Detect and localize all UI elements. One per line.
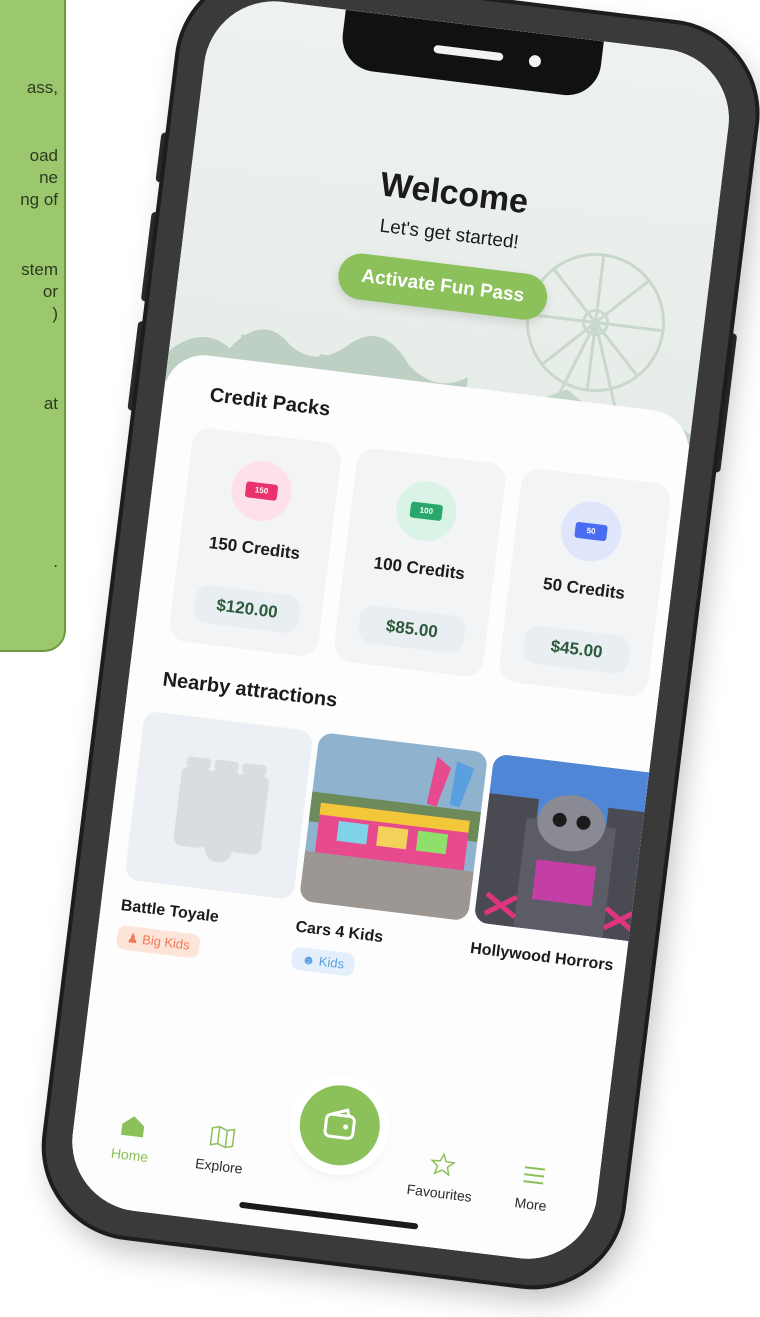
ticket-badge: 50 (557, 498, 625, 565)
tab-favourites[interactable]: Favourites (394, 1147, 489, 1207)
menu-icon (523, 1166, 546, 1185)
haunted-castle-photo (473, 753, 664, 943)
note-text-line: ne (39, 168, 58, 187)
tab-explore[interactable]: Explore (173, 1120, 268, 1180)
attraction-photo (298, 731, 489, 922)
note-text-line: ass, (26, 78, 58, 97)
front-camera (528, 54, 542, 68)
ticket-icon: 150 (244, 481, 279, 501)
home-indicator (239, 1201, 419, 1230)
note-text-line: . (53, 552, 58, 571)
kids-icon: ☻ (300, 951, 317, 969)
credit-pack-price[interactable]: $120.00 (192, 583, 302, 635)
note-text-line: ) (52, 304, 58, 323)
map-icon (209, 1125, 236, 1149)
note-text-line: ng of (20, 190, 58, 209)
tab-more[interactable]: More (485, 1158, 580, 1218)
info-note-card: ass, oad ne ng of stem or ) at . (0, 0, 66, 652)
tab-favourites-label: Favourites (405, 1181, 473, 1205)
age-tag-label: Kids (318, 953, 345, 972)
attraction-card[interactable]: Battle Toyale ♟ Big Kids (115, 710, 314, 969)
ticket-badge: 100 (392, 477, 460, 545)
attraction-card[interactable]: Hollywood Horrors (469, 753, 664, 978)
note-text-line: at (43, 394, 58, 413)
attraction-photo (473, 753, 664, 943)
note-text-line: or (42, 282, 58, 301)
home-icon (121, 1116, 145, 1138)
note-text-line: oad (29, 146, 58, 165)
funfair-ride-photo (298, 731, 489, 922)
note-text-line: stem (21, 260, 58, 279)
attraction-placeholder-image (124, 710, 314, 900)
credit-pack-card[interactable]: 50 50 Credits $45.00 (497, 466, 673, 699)
person-icon: ♟ (126, 930, 140, 947)
tab-more-label: More (513, 1194, 548, 1215)
ticket-icon: 100 (409, 501, 444, 522)
tab-explore-label: Explore (194, 1155, 244, 1177)
credit-pack-card[interactable]: 100 100 Credits $85.00 (332, 446, 508, 679)
credit-pack-label: 150 Credits (207, 533, 302, 564)
tab-home[interactable]: Home (84, 1109, 179, 1169)
tab-home-label: Home (110, 1144, 150, 1166)
credit-pack-card[interactable]: 150 150 Credits $120.00 (167, 426, 343, 659)
bottles-placeholder-icon (173, 756, 269, 863)
age-tag-label: Big Kids (141, 931, 191, 953)
attraction-card[interactable]: Cars 4 Kids ☻ Kids (290, 731, 489, 990)
speaker-grille (433, 44, 504, 62)
credit-pack-label: 50 Credits (542, 574, 626, 604)
wallet-button[interactable] (295, 1080, 385, 1170)
credit-pack-price[interactable]: $85.00 (356, 604, 467, 655)
star-icon (430, 1152, 457, 1177)
ticket-badge: 150 (228, 457, 295, 525)
wallet-icon (323, 1108, 356, 1140)
phone-frame: Welcome Let's get started! Activate Fun … (35, 0, 760, 1296)
phone-mockup: Welcome Let's get started! Activate Fun … (35, 0, 760, 1296)
credit-pack-price[interactable]: $45.00 (521, 624, 632, 675)
ticket-icon: 50 (574, 521, 608, 542)
app-screen: Welcome Let's get started! Activate Fun … (64, 0, 737, 1267)
credit-pack-label: 100 Credits (372, 553, 466, 584)
